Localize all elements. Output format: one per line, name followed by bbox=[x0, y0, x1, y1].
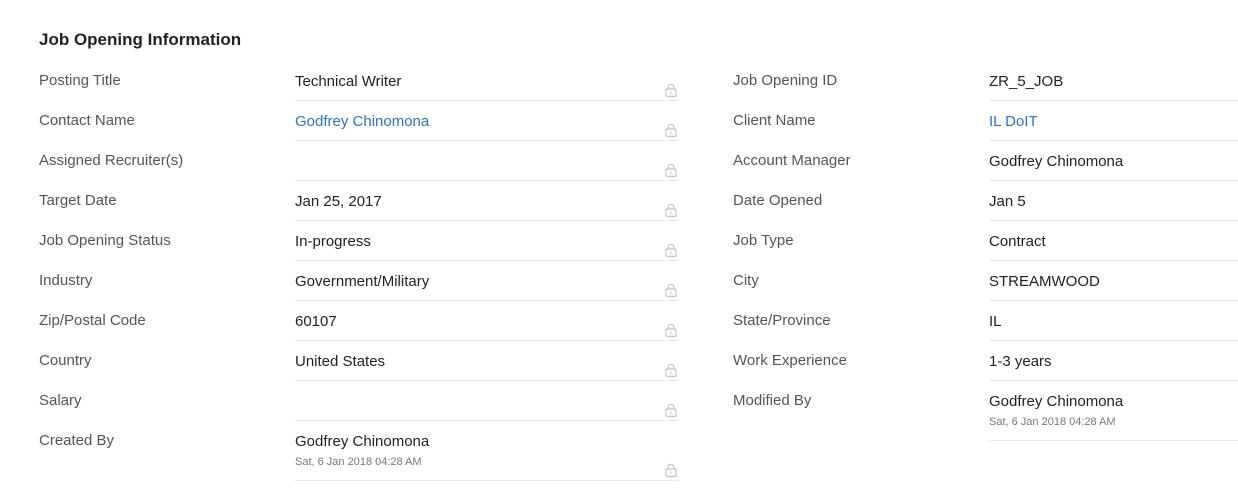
field-label: Account Manager bbox=[733, 152, 851, 169]
field-timestamp: Sat, 6 Jan 2018 04:28 AM bbox=[295, 456, 422, 468]
field-value-cell: United States bbox=[295, 341, 679, 381]
field-row-work-experience: Work Experience 1-3 years bbox=[733, 341, 1238, 381]
field-label: Salary bbox=[39, 392, 82, 409]
field-value-cell: STREAMWOOD bbox=[989, 261, 1238, 301]
lock-icon bbox=[665, 163, 677, 178]
field-row-zip-postal-code: Zip/Postal Code 60107 bbox=[39, 301, 679, 341]
field-value-cell: Jan 25, 2017 bbox=[295, 181, 679, 221]
field-value-cell: IL DoIT bbox=[989, 101, 1238, 141]
field-value: Godfrey Chinomona bbox=[989, 153, 1124, 170]
field-label: Job Opening ID bbox=[733, 72, 838, 89]
field-row-industry: Industry Government/Military bbox=[39, 261, 679, 301]
section-title: Job Opening Information bbox=[39, 30, 242, 49]
field-label: Target Date bbox=[39, 192, 117, 209]
field-value: Jan 5 bbox=[989, 193, 1026, 210]
lock-icon bbox=[665, 323, 677, 338]
lock-icon bbox=[665, 463, 677, 478]
field-value-cell: Jan 5 bbox=[989, 181, 1238, 221]
field-label: Job Opening Status bbox=[39, 232, 171, 249]
field-value: Jan 25, 2017 bbox=[295, 193, 382, 210]
field-row-account-manager: Account Manager Godfrey Chinomona bbox=[733, 141, 1238, 181]
lock-icon bbox=[665, 403, 677, 418]
field-row-posting-title: Posting Title Technical Writer bbox=[39, 61, 679, 101]
field-row-modified-by: Modified By Godfrey Chinomona Sat, 6 Jan 2… bbox=[733, 381, 1238, 441]
field-value-cell: Godfrey Chinomona Sat, 6 Jan 2018 04:28 A… bbox=[989, 381, 1238, 441]
field-value-cell: In-progress bbox=[295, 221, 679, 261]
field-row-created-by: Created By Godfrey Chinomona Sat, 6 Jan 20… bbox=[39, 421, 679, 481]
field-row-assigned-recruiter-s: Assigned Recruiter(s) bbox=[39, 141, 679, 181]
lock-icon bbox=[665, 83, 677, 98]
field-value-cell: Godfrey Chinomona Sat, 6 Jan 2018 04:28 A… bbox=[295, 421, 679, 481]
field-value-cell: Contract bbox=[989, 221, 1238, 261]
field-value: Godfrey Chinomona bbox=[295, 433, 430, 450]
field-value: Godfrey Chinomona bbox=[989, 393, 1124, 410]
field-label: Posting Title bbox=[39, 72, 121, 89]
field-label: Work Experience bbox=[733, 352, 847, 369]
field-row-city: City STREAMWOOD bbox=[733, 261, 1238, 301]
field-value: In-progress bbox=[295, 233, 371, 250]
field-value: STREAMWOOD bbox=[989, 273, 1100, 290]
field-value-cell: Godfrey Chinomona bbox=[989, 141, 1238, 181]
field-row-job-type: Job Type Contract bbox=[733, 221, 1238, 261]
lock-icon bbox=[665, 123, 677, 138]
field-value-cell bbox=[295, 381, 679, 421]
field-label: Date Opened bbox=[733, 192, 823, 209]
field-row-job-opening-status: Job Opening Status In-progress bbox=[39, 221, 679, 261]
field-value: IL bbox=[989, 313, 1002, 330]
field-row-contact-name: Contact Name Godfrey Chinomona bbox=[39, 101, 679, 141]
field-value-cell bbox=[295, 141, 679, 181]
field-label: Modified By bbox=[733, 392, 812, 409]
field-timestamp: Sat, 6 Jan 2018 04:28 AM bbox=[989, 416, 1116, 428]
field-row-country: Country United States bbox=[39, 341, 679, 381]
field-value: 1-3 years bbox=[989, 353, 1052, 370]
field-row-target-date: Target Date Jan 25, 2017 bbox=[39, 181, 679, 221]
field-label: Country bbox=[39, 352, 92, 369]
field-value-link[interactable]: IL DoIT bbox=[989, 113, 1038, 130]
field-label: Industry bbox=[39, 272, 93, 289]
field-value-cell: Government/Military bbox=[295, 261, 679, 301]
field-label: City bbox=[733, 272, 759, 289]
field-label: Created By bbox=[39, 432, 115, 449]
field-value: Contract bbox=[989, 233, 1046, 250]
field-value: United States bbox=[295, 353, 386, 370]
left-field-column: Posting Title Technical Writer Contact Nam… bbox=[39, 61, 679, 481]
right-field-column: Job Opening ID ZR_5_JOB Client Name IL DoIT… bbox=[733, 61, 1238, 441]
field-label: Zip/Postal Code bbox=[39, 312, 146, 329]
field-value: 60107 bbox=[295, 313, 337, 330]
field-label: Job Type bbox=[733, 232, 794, 249]
field-value-cell: ZR_5_JOB bbox=[989, 61, 1238, 101]
lock-icon bbox=[665, 363, 677, 378]
field-row-job-opening-id: Job Opening ID ZR_5_JOB bbox=[733, 61, 1238, 101]
field-value-link[interactable]: Godfrey Chinomona bbox=[295, 113, 429, 130]
field-value-cell: Technical Writer bbox=[295, 61, 679, 101]
field-value: Technical Writer bbox=[295, 73, 402, 90]
field-value-cell: 60107 bbox=[295, 301, 679, 341]
field-row-date-opened: Date Opened Jan 5 bbox=[733, 181, 1238, 221]
field-value-cell: IL bbox=[989, 301, 1238, 341]
field-label: Client Name bbox=[733, 112, 816, 129]
field-row-client-name: Client Name IL DoIT bbox=[733, 101, 1238, 141]
field-value: ZR_5_JOB bbox=[989, 73, 1064, 90]
field-label: State/Province bbox=[733, 312, 831, 329]
field-value: Government/Military bbox=[295, 273, 430, 290]
field-value-cell: 1-3 years bbox=[989, 341, 1238, 381]
field-label: Contact Name bbox=[39, 112, 135, 129]
field-value-cell: Godfrey Chinomona bbox=[295, 101, 679, 141]
field-label: Assigned Recruiter(s) bbox=[39, 152, 184, 169]
field-row-state-province: State/Province IL bbox=[733, 301, 1238, 341]
field-row-salary: Salary bbox=[39, 381, 679, 421]
lock-icon bbox=[665, 283, 677, 298]
lock-icon bbox=[665, 243, 677, 258]
lock-icon bbox=[665, 203, 677, 218]
